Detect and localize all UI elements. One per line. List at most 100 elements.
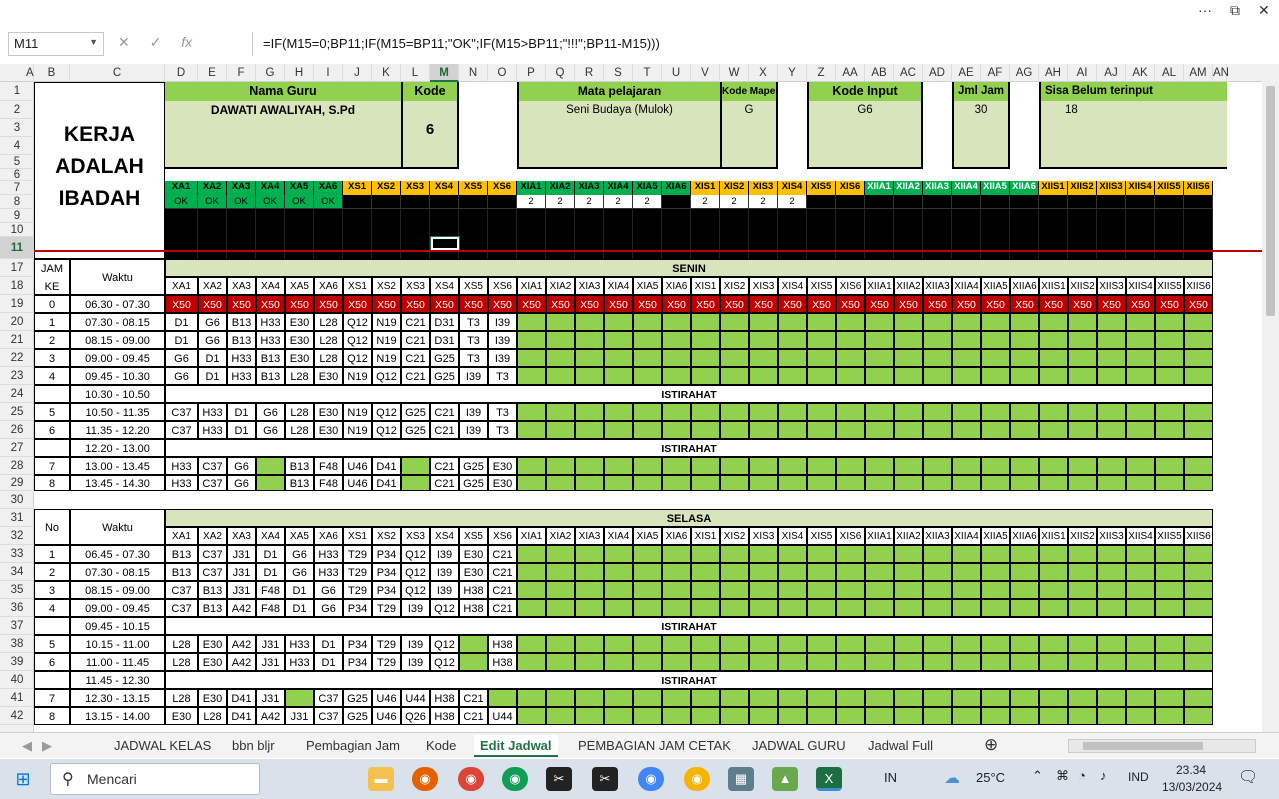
selasa-empty-cell[interactable] [1126, 653, 1155, 671]
calculator-icon[interactable]: ▦ [728, 767, 754, 791]
senin-empty-cell[interactable] [778, 475, 807, 491]
selasa-empty-cell[interactable] [1068, 635, 1097, 653]
senin-empty-cell[interactable] [1039, 403, 1068, 421]
tab-prev-icon[interactable]: ◀ [16, 735, 38, 757]
selasa-empty-cell[interactable] [749, 653, 778, 671]
senin-schedule-cell[interactable]: G6 [227, 457, 256, 475]
senin-schedule-cell[interactable]: I39 [488, 349, 517, 367]
selasa-schedule-cell[interactable]: J31 [227, 563, 256, 581]
status-filler[interactable] [633, 223, 662, 237]
selasa-empty-cell[interactable] [807, 635, 836, 653]
column-header-al[interactable]: AL [1155, 64, 1184, 82]
senin-empty-cell[interactable] [952, 367, 981, 385]
sisa-value[interactable]: 18 [1039, 101, 1227, 169]
selasa-empty-cell[interactable] [1010, 653, 1039, 671]
column-header-ah[interactable]: AH [1039, 64, 1068, 82]
selasa-empty-cell[interactable] [546, 653, 575, 671]
senin-empty-cell[interactable] [894, 475, 923, 491]
selasa-empty-cell[interactable] [662, 635, 691, 653]
selasa-schedule-cell[interactable]: T29 [343, 563, 372, 581]
sheet-tab-pembagian-jam[interactable]: Pembagian Jam [300, 735, 406, 757]
selasa-empty-cell[interactable] [778, 707, 807, 725]
senin-empty-cell[interactable] [633, 367, 662, 385]
status-filler[interactable] [198, 237, 227, 259]
x50-cell[interactable]: X50 [778, 295, 807, 313]
selasa-empty-cell[interactable] [517, 707, 546, 725]
senin-schedule-cell[interactable]: B13 [227, 313, 256, 331]
senin-empty-cell[interactable] [865, 367, 894, 385]
x50-cell[interactable]: X50 [165, 295, 198, 313]
row-header-8[interactable]: 8 [0, 195, 34, 209]
selasa-empty-cell[interactable] [981, 635, 1010, 653]
selasa-empty-cell[interactable] [575, 653, 604, 671]
status-filler[interactable] [865, 209, 894, 223]
selasa-empty-cell[interactable] [981, 563, 1010, 581]
senin-schedule-cell[interactable]: D31 [430, 313, 459, 331]
senin-empty-cell[interactable] [546, 367, 575, 385]
row-header-19[interactable]: 19 [0, 295, 34, 313]
selasa-schedule-cell[interactable]: J31 [227, 545, 256, 563]
selasa-empty-cell[interactable] [720, 563, 749, 581]
selasa-empty-cell[interactable] [865, 653, 894, 671]
status-filler[interactable] [198, 223, 227, 237]
sheet-tab-kode[interactable]: Kode [420, 735, 462, 757]
row-header-5[interactable]: 5 [0, 155, 34, 169]
selasa-empty-cell[interactable] [546, 707, 575, 725]
senin-empty-cell[interactable] [575, 457, 604, 475]
row-header-39[interactable]: 39 [0, 653, 34, 671]
selasa-empty-cell[interactable] [1184, 707, 1213, 725]
senin-schedule-cell[interactable]: I39 [459, 367, 488, 385]
selasa-empty-cell[interactable] [633, 635, 662, 653]
x50-cell[interactable]: X50 [430, 295, 459, 313]
selasa-empty-cell[interactable] [633, 581, 662, 599]
senin-empty-cell[interactable] [836, 313, 865, 331]
senin-empty-cell[interactable] [720, 475, 749, 491]
status-filler[interactable] [952, 209, 981, 223]
selasa-schedule-cell[interactable]: C37 [198, 563, 227, 581]
status-filler[interactable] [1126, 209, 1155, 223]
row-header-41[interactable]: 41 [0, 689, 34, 707]
senin-empty-cell[interactable] [1097, 403, 1126, 421]
senin-empty-cell[interactable] [662, 403, 691, 421]
selasa-empty-cell[interactable] [923, 635, 952, 653]
senin-empty-cell[interactable] [1039, 475, 1068, 491]
senin-empty-cell[interactable] [952, 421, 981, 439]
senin-empty-cell[interactable] [1068, 403, 1097, 421]
status-filler[interactable] [749, 237, 778, 259]
selasa-schedule-cell[interactable]: E30 [165, 707, 198, 725]
selasa-empty-cell[interactable] [1155, 635, 1184, 653]
x50-cell[interactable]: X50 [227, 295, 256, 313]
senin-empty-cell[interactable] [575, 331, 604, 349]
senin-empty-cell[interactable] [633, 349, 662, 367]
x50-cell[interactable]: X50 [836, 295, 865, 313]
sheet-tab-edit-jadwal[interactable]: Edit Jadwal [474, 735, 558, 757]
selasa-empty-cell[interactable] [575, 707, 604, 725]
status-filler[interactable] [343, 223, 372, 237]
senin-empty-cell[interactable] [633, 475, 662, 491]
chrome-icon-3[interactable]: ◉ [638, 767, 664, 791]
selasa-schedule-cell[interactable]: D41 [227, 689, 256, 707]
row-header-10[interactable]: 10 [0, 223, 34, 237]
senin-empty-cell[interactable] [865, 331, 894, 349]
status-filler[interactable] [1097, 237, 1126, 259]
senin-schedule-cell[interactable]: T3 [488, 403, 517, 421]
senin-empty-cell[interactable] [807, 421, 836, 439]
volume-icon[interactable]: ♪ [1100, 768, 1107, 783]
status-xis1[interactable]: 2 [691, 195, 720, 209]
status-filler[interactable] [604, 237, 633, 259]
x50-cell[interactable]: X50 [1039, 295, 1068, 313]
column-header-m[interactable]: M [430, 64, 459, 82]
senin-empty-cell[interactable] [981, 421, 1010, 439]
status-filler[interactable] [430, 223, 459, 237]
selasa-empty-cell[interactable] [662, 689, 691, 707]
column-header-r[interactable]: R [575, 64, 604, 82]
clock-date[interactable]: 13/03/2024 [1162, 780, 1222, 794]
x50-cell[interactable]: X50 [401, 295, 430, 313]
selasa-schedule-cell[interactable]: B13 [198, 581, 227, 599]
selasa-empty-cell[interactable] [894, 635, 923, 653]
x50-cell[interactable]: X50 [923, 295, 952, 313]
selasa-empty-cell[interactable] [749, 707, 778, 725]
senin-schedule-cell[interactable]: G6 [256, 403, 285, 421]
senin-empty-cell[interactable] [662, 331, 691, 349]
senin-schedule-cell[interactable]: B13 [256, 349, 285, 367]
